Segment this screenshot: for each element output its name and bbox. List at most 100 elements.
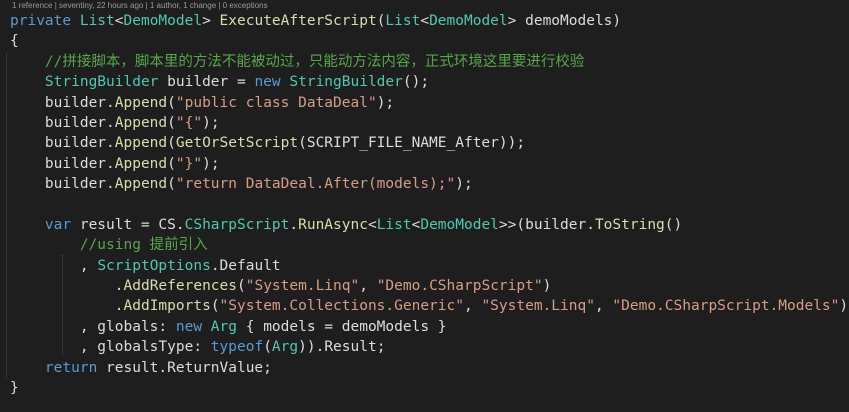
code-line: var result = CS.CSharpScript.RunAsync<Li… — [10, 215, 849, 235]
code-line: , globals: new Arg { models = demoModels… — [10, 317, 849, 337]
code-line: } — [10, 378, 849, 398]
plain-token: < — [420, 13, 430, 29]
plain-token: . — [289, 216, 299, 233]
string-token: "public class DataDeal" — [175, 94, 377, 111]
plain-token: , — [359, 278, 377, 295]
string-token: "System.Linq" — [245, 278, 360, 295]
plain-token: , — [10, 257, 98, 274]
keyword-token: private — [10, 13, 80, 29]
code-line: builder.Append("}"); — [10, 154, 849, 174]
method-token: AddReferences — [123, 278, 238, 295]
plain-token: ( — [167, 114, 176, 131]
code-line: builder.Append(GetOrSetScript(SCRIPT_FIL… — [10, 133, 849, 153]
plain-token: ( — [167, 135, 176, 152]
plain-token: .Default — [210, 257, 281, 274]
plain-token: { — [10, 33, 19, 50]
type-token: Arg — [210, 318, 237, 335]
plain-token: builder. — [10, 155, 115, 172]
plain-token: } — [10, 380, 19, 397]
plain-token: ) — [839, 298, 849, 315]
plain-token: result.ReturnValue; — [106, 359, 272, 376]
code-line: { — [10, 31, 849, 51]
codelens-info[interactable]: 1 reference | seventiny, 22 hours ago | … — [12, 0, 268, 11]
string-token: "Demo.CSharpScript" — [376, 278, 543, 295]
plain-token: result = CS. — [79, 216, 185, 233]
keyword-token: typeof — [210, 339, 264, 356]
code-line: return result.ReturnValue; — [10, 358, 849, 378]
plain-token: builder = — [158, 74, 255, 91]
plain-token: , — [463, 298, 482, 315]
method-token: RunAsync — [298, 216, 368, 233]
keyword-token: new — [254, 74, 290, 91]
code-line: .AddImports("System.Collections.Generic"… — [10, 296, 849, 316]
plain-token: , globalsType: — [10, 339, 211, 356]
plain-token: { models = demoModels } — [237, 318, 447, 335]
plain-token: ); — [202, 155, 220, 172]
plain-token: >>(builder. — [498, 216, 595, 233]
string-token: "return DataDeal.After(models);" — [175, 176, 456, 193]
plain-token: . — [10, 298, 124, 315]
type-token: DemoModel — [429, 13, 508, 29]
type-token: StringBuilder — [44, 74, 159, 91]
plain-token: > demoModels) — [507, 13, 622, 29]
keyword-token: return — [44, 359, 107, 376]
string-token: "System.Linq" — [481, 298, 595, 315]
method-token: Append — [114, 176, 168, 193]
code-line: private List<DemoModel> ExecuteAfterScri… — [10, 11, 849, 31]
plain-token: )).Result; — [298, 339, 386, 356]
plain-token: builder. — [10, 176, 115, 193]
plain-token: ( — [237, 278, 246, 295]
plain-token: , — [594, 298, 613, 315]
string-token: "}" — [175, 155, 203, 172]
type-token: Arg — [271, 339, 299, 356]
plain-token: (SCRIPT_FILE_NAME_After)); — [298, 135, 526, 152]
plain-token: ( — [263, 339, 272, 356]
string-token: "Demo.CSharpScript.Models" — [612, 298, 840, 315]
code-line: //拼接脚本，脚本里的方法不能被动过，只能动方法内容，正式环境这里要进行校验 — [10, 52, 849, 72]
method-token: GetOrSetScript — [175, 135, 299, 152]
type-token: List — [79, 13, 115, 29]
code-line: //using 提前引入 — [10, 235, 849, 255]
type-token: DemoModel — [123, 13, 203, 29]
code-line: builder.Append("return DataDeal.After(mo… — [10, 174, 849, 194]
plain-token: () — [664, 216, 683, 233]
keyword-token: var — [44, 216, 80, 233]
plain-token: . — [10, 278, 124, 295]
plain-token: ) — [542, 278, 552, 295]
code-line: StringBuilder builder = new StringBuilde… — [10, 72, 849, 92]
plain-token: builder. — [10, 94, 115, 111]
code-line: builder.Append("{"); — [10, 113, 849, 133]
plain-token: < — [114, 13, 124, 29]
plain-token: ); — [202, 114, 220, 131]
plain-token: ( — [210, 298, 220, 315]
method-token: Append — [114, 135, 168, 152]
keyword-token: new — [175, 318, 211, 335]
string-token: "System.Collections.Generic" — [219, 298, 464, 315]
method-token: Append — [114, 155, 168, 172]
type-token: List — [385, 13, 421, 29]
code-line: , globalsType: typeof(Arg)).Result; — [10, 337, 849, 357]
code-line: builder.Append("public class DataDeal"); — [10, 93, 849, 113]
type-token: List — [376, 216, 412, 233]
comment-token: //拼接脚本，脚本里的方法不能被动过，只能动方法内容，正式环境这里要进行校验 — [44, 53, 585, 70]
indent-guide — [6, 53, 7, 378]
method-token: Append — [114, 94, 168, 111]
code-line: , ScriptOptions.Default — [10, 256, 849, 276]
type-token: StringBuilder — [289, 74, 403, 91]
code-editor[interactable]: private List<DemoModel> ExecuteAfterScri… — [10, 11, 849, 398]
plain-token: , globals: — [10, 318, 176, 335]
plain-token: ( — [167, 176, 176, 193]
method-token: Append — [114, 114, 168, 131]
plain-token: ( — [167, 155, 176, 172]
type-token: ScriptOptions — [97, 257, 211, 274]
code-line: .AddReferences("System.Linq", "Demo.CSha… — [10, 276, 849, 296]
method-token: ToString — [594, 216, 665, 233]
plain-token: < — [367, 216, 377, 233]
string-token: "{" — [175, 114, 203, 131]
plain-token: builder. — [10, 135, 115, 152]
